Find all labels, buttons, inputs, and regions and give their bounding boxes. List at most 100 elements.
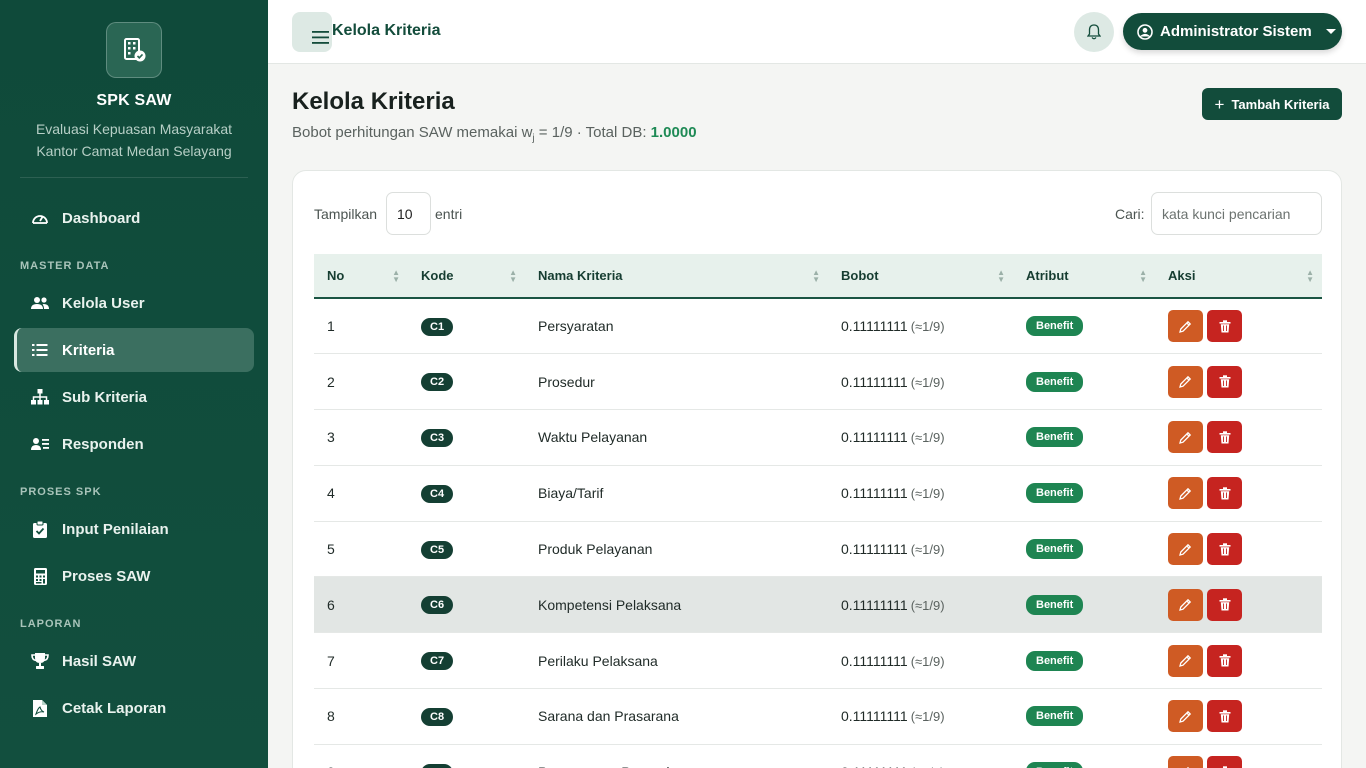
cell-bobot: 0.11111111(≈1/9): [828, 298, 1013, 355]
delete-button[interactable]: [1207, 421, 1242, 454]
column-label: Atribut: [1026, 268, 1069, 283]
cell-aksi: [1155, 353, 1322, 411]
notification-button[interactable]: [1074, 12, 1114, 52]
cell-bobot: 0.11111111(≈1/9): [828, 744, 1013, 768]
pencil-icon: [1179, 320, 1192, 333]
sidebar-item-proses-saw[interactable]: Proses SAW: [14, 554, 254, 598]
cell-nama: Penanganan Pengaduan: [525, 744, 828, 768]
cell-bobot: 0.11111111(≈1/9): [828, 521, 1013, 578]
column-header-no[interactable]: No ▲ ▼: [314, 254, 408, 299]
column-header-aksi[interactable]: Aksi ▲ ▼: [1155, 254, 1322, 299]
cell-nama: Persyaratan: [525, 298, 828, 355]
pencil-icon: [1179, 654, 1192, 668]
table-row: 5 C5 Produk Pelayanan 0.11111111 (≈1/9) Benef…: [314, 521, 1322, 578]
search-input[interactable]: [1151, 192, 1322, 235]
trash-icon: [1219, 654, 1231, 667]
pencil-icon: [1179, 710, 1192, 723]
bobot-value: 0.11111111: [841, 485, 908, 502]
delete-button[interactable]: [1207, 588, 1242, 621]
delete-button[interactable]: [1207, 700, 1242, 733]
sidebar-item-sub-kriteria[interactable]: Sub Kriteria: [14, 375, 254, 419]
cell-kode: C5: [408, 521, 525, 578]
search-label: Cari:: [1115, 206, 1145, 222]
column-header-nama[interactable]: Nama Kriteria ▲ ▼: [525, 254, 828, 299]
delete-button[interactable]: [1207, 533, 1242, 566]
kode-badge: C4: [421, 484, 454, 503]
cell-no: 9: [314, 744, 408, 768]
entries-per-page-select[interactable]: 10: [386, 192, 431, 235]
brand: SPK SAW Evaluasi Kepuasan Masyarakat Kan…: [20, 0, 248, 178]
cell-bobot: 0.11111111(≈1/9): [828, 465, 1013, 522]
edit-button[interactable]: [1168, 588, 1203, 621]
nav-section-laporan: LAPORAN: [20, 618, 82, 630]
atribut-badge: Benefit: [1026, 316, 1084, 337]
users-icon: [30, 296, 50, 310]
cell-no: 8: [314, 688, 408, 745]
brand-subtitle-line-1: Evaluasi Kepuasan Masyarakat: [35, 121, 233, 137]
cell-atribut: Benefit: [1013, 576, 1155, 634]
cell-no: 5: [314, 521, 408, 578]
edit-button[interactable]: [1168, 533, 1203, 566]
edit-button[interactable]: [1168, 477, 1203, 510]
atribut-badge: Benefit: [1026, 483, 1084, 504]
bell-icon: [1087, 24, 1101, 40]
trash-icon: [1219, 598, 1231, 611]
cell-aksi: [1155, 298, 1322, 355]
column-header-kode[interactable]: Kode ▲ ▼: [408, 254, 525, 299]
edit-button[interactable]: [1168, 644, 1203, 677]
subtitle-middle: = 1/9 · Total DB:: [534, 124, 651, 141]
edit-button[interactable]: [1168, 365, 1203, 398]
topbar-title: Kelola Kriteria: [332, 22, 441, 39]
sidebar-item-input-penilaian[interactable]: Input Penilaian: [14, 507, 254, 551]
delete-button[interactable]: [1207, 756, 1242, 768]
delete-button[interactable]: [1207, 365, 1242, 398]
cell-kode: C9: [408, 744, 525, 768]
sidebar-item-cetak-laporan[interactable]: Cetak Laporan: [14, 686, 254, 730]
cell-kode: C7: [408, 632, 525, 690]
trophy-icon: [30, 652, 50, 670]
edit-button[interactable]: [1168, 700, 1203, 733]
sidebar-item-kelola-user[interactable]: Kelola User: [14, 281, 254, 325]
file-pdf-icon: [30, 699, 50, 717]
cell-nama: Sarana dan Prasarana: [525, 688, 828, 745]
total-bobot-value: 1.0000: [650, 124, 697, 141]
cell-atribut: Benefit: [1013, 688, 1155, 745]
cell-atribut: Benefit: [1013, 465, 1155, 522]
table-header-row: No ▲ ▼ Kode ▲ ▼ Nama Kriteria ▲ ▼ Bobot ▲ ▼ Atri…: [314, 254, 1322, 299]
page-title: Kelola Kriteria: [292, 88, 455, 115]
edit-button[interactable]: [1168, 310, 1203, 343]
delete-button[interactable]: [1207, 477, 1242, 510]
add-kriteria-button[interactable]: + Tambah Kriteria: [1202, 88, 1342, 120]
table-row: 6 C6 Kompetensi Pelaksana 0.11111111 (≈1/9) B…: [314, 576, 1322, 634]
sidebar-item-responden[interactable]: Responden: [14, 422, 254, 466]
calculator-icon: [30, 567, 50, 585]
nav-section-proses: PROSES SPK: [20, 486, 102, 498]
sidebar-item-hasil-saw[interactable]: Hasil SAW: [14, 639, 254, 683]
user-menu-button[interactable]: Administrator Sistem: [1123, 13, 1342, 50]
delete-button[interactable]: [1207, 644, 1242, 677]
sort-icon: ▲ ▼: [1139, 268, 1147, 284]
edit-button[interactable]: [1168, 756, 1203, 768]
column-header-atribut[interactable]: Atribut ▲ ▼: [1013, 254, 1155, 299]
hamburger-menu-button[interactable]: [292, 12, 332, 52]
edit-button[interactable]: [1168, 421, 1203, 454]
atribut-badge: Benefit: [1026, 427, 1084, 448]
bobot-value: 0.11111111: [841, 373, 908, 390]
sidebar-item-dashboard[interactable]: Dashboard: [14, 196, 254, 240]
cell-aksi: [1155, 409, 1322, 466]
trash-icon: [1219, 319, 1231, 333]
brand-subtitle: Evaluasi Kepuasan Masyarakat Kantor Cama…: [20, 118, 248, 162]
delete-button[interactable]: [1207, 310, 1242, 343]
cell-atribut: Benefit: [1013, 298, 1155, 355]
cell-bobot: 0.11111111(≈1/9): [828, 632, 1013, 690]
cell-kode: C3: [408, 409, 525, 466]
sort-icon: ▲ ▼: [997, 268, 1005, 284]
bobot-value: 0.11111111: [841, 596, 908, 613]
sidebar-item-kriteria[interactable]: Kriteria: [14, 328, 254, 372]
cell-nama: Waktu Pelayanan: [525, 409, 828, 466]
kode-badge: C2: [421, 373, 454, 392]
sidebar-item-label: Cetak Laporan: [62, 699, 167, 717]
sidebar: SPK SAW Evaluasi Kepuasan Masyarakat Kan…: [0, 0, 268, 768]
bobot-note: (≈1/9): [910, 486, 945, 502]
column-header-bobot[interactable]: Bobot ▲ ▼: [828, 254, 1013, 299]
